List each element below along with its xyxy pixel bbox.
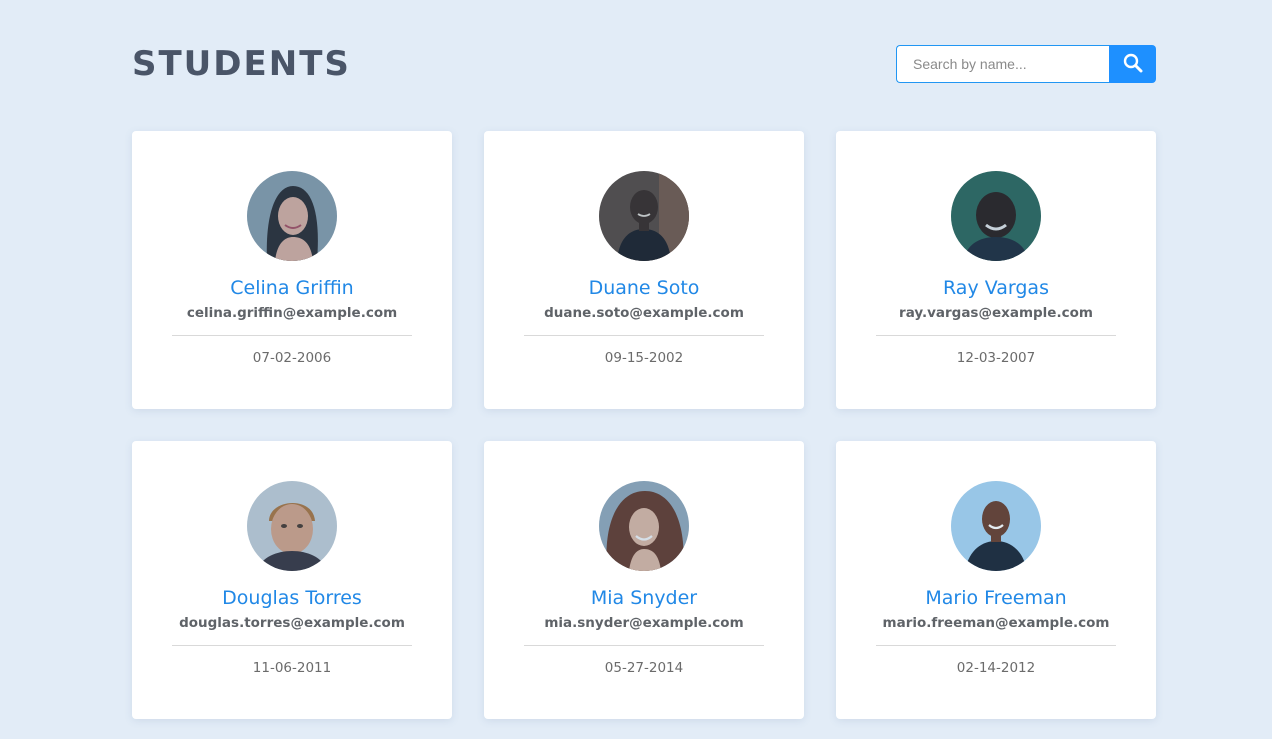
student-card[interactable]: Mario Freeman mario.freeman@example.com … [836,441,1156,719]
student-card[interactable]: Douglas Torres douglas.torres@example.co… [132,441,452,719]
header: STUDENTS [132,44,1156,84]
student-dob: 05-27-2014 [604,660,684,676]
student-email: douglas.torres@example.com [179,615,405,631]
avatar [247,171,337,261]
student-dob: 11-06-2011 [252,660,332,676]
avatar [599,481,689,571]
avatar [247,481,337,571]
avatar [599,171,689,261]
avatar [951,481,1041,571]
search-input[interactable] [896,45,1109,83]
divider [876,645,1116,646]
student-grid: Celina Griffin celina.griffin@example.co… [132,131,1156,719]
student-name[interactable]: Mia Snyder [591,586,697,610]
student-email: celina.griffin@example.com [186,305,398,321]
student-card[interactable]: Duane Soto duane.soto@example.com 09-15-… [484,131,804,409]
student-name[interactable]: Mario Freeman [925,586,1066,610]
page-title: STUDENTS [132,44,351,84]
student-email: duane.soto@example.com [544,305,744,321]
search-bar [896,45,1156,83]
student-dob: 12-03-2007 [956,350,1036,366]
student-name[interactable]: Douglas Torres [222,586,362,610]
student-name[interactable]: Duane Soto [589,276,700,300]
divider [172,335,412,336]
student-dob: 07-02-2006 [252,350,332,366]
divider [524,645,764,646]
student-email: ray.vargas@example.com [899,305,1093,321]
divider [172,645,412,646]
student-name[interactable]: Ray Vargas [943,276,1049,300]
student-email: mia.snyder@example.com [544,615,744,631]
search-button[interactable] [1109,45,1156,83]
search-icon [1123,53,1143,76]
student-card[interactable]: Celina Griffin celina.griffin@example.co… [132,131,452,409]
student-name[interactable]: Celina Griffin [230,276,353,300]
student-card[interactable]: Ray Vargas ray.vargas@example.com 12-03-… [836,131,1156,409]
student-card[interactable]: Mia Snyder mia.snyder@example.com 05-27-… [484,441,804,719]
divider [524,335,764,336]
divider [876,335,1116,336]
student-dob: 02-14-2012 [956,660,1036,676]
page: STUDENTS Search by name... Celina Griffi… [0,0,1272,739]
student-dob: 09-15-2002 [604,350,684,366]
student-email: mario.freeman@example.com [882,615,1110,631]
avatar [951,171,1041,261]
